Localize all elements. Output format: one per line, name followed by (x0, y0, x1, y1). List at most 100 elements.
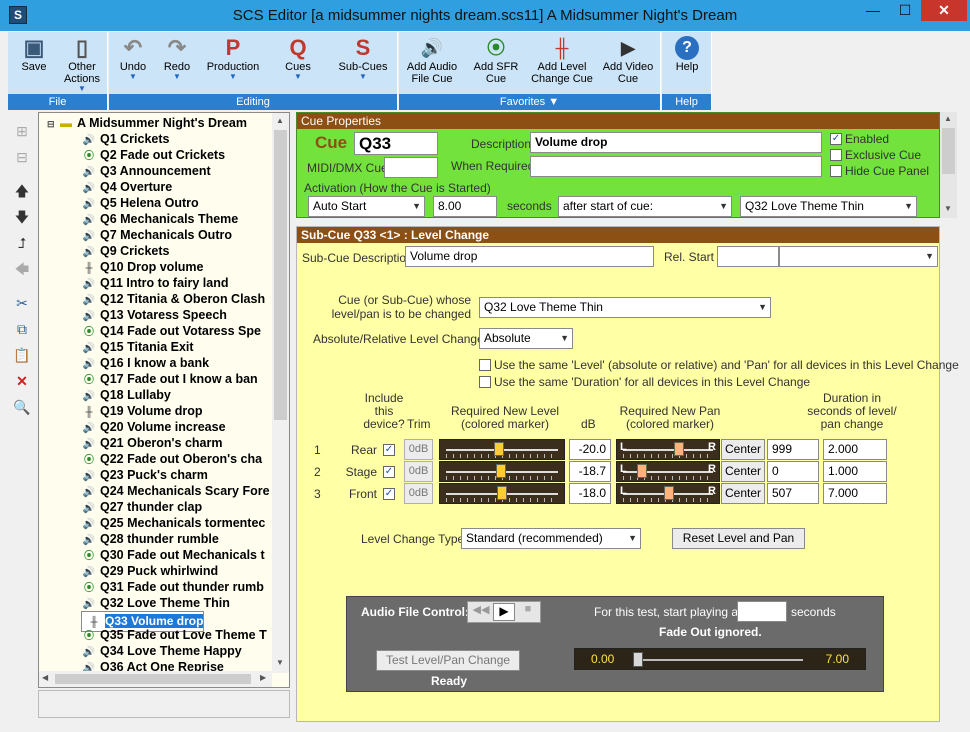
duration-input[interactable]: 2.000 (823, 439, 887, 460)
pan-slider[interactable]: LR (616, 439, 720, 460)
subcues-button[interactable]: S Sub-Cues ▼ (331, 34, 395, 92)
level-thumb[interactable] (496, 486, 507, 500)
add-level-change-cue-button[interactable]: ╫ Add Level Change Cue (529, 34, 595, 92)
activation-seconds-input[interactable]: 8.00 (433, 196, 497, 217)
pan-value-input[interactable]: 0 (767, 461, 819, 482)
trim-button[interactable]: 0dB (404, 483, 433, 504)
scroll-down-icon[interactable]: ▼ (944, 204, 952, 213)
tree-vertical-scrollbar[interactable]: ▲ ▼ (272, 113, 289, 673)
tree-item[interactable]: 🔊 Q27 thunder clap (81, 499, 202, 515)
pan-thumb[interactable] (673, 442, 684, 456)
tree-item[interactable]: ╫ Q10 Drop volume (81, 259, 203, 275)
description-input[interactable]: Volume drop (530, 132, 822, 153)
maximize-button[interactable]: ☐ (890, 0, 920, 21)
add-subcue-icon[interactable]: ⊟ (11, 146, 33, 168)
include-device-checkbox[interactable]: ✓ (383, 488, 395, 500)
tree-item[interactable]: 🔊 Q7 Mechanicals Outro (81, 227, 232, 243)
tree-item[interactable]: ⦿ Q31 Fade out thunder rumb (81, 579, 264, 595)
level-slider[interactable] (439, 439, 565, 460)
include-device-checkbox[interactable]: ✓ (383, 466, 395, 478)
scroll-down-icon[interactable]: ▼ (276, 658, 284, 667)
collapse-icon[interactable]: ⊟ (47, 119, 55, 129)
tree-horizontal-scrollbar[interactable]: ◀ ▶ (39, 671, 272, 687)
tree-item[interactable]: ⦿ Q35 Fade out Love Theme T (81, 627, 267, 643)
other-actions-button[interactable]: ▯ Other Actions ▼ (58, 34, 106, 93)
level-slider[interactable] (439, 461, 565, 482)
hscroll-thumb[interactable] (55, 674, 251, 684)
tree-item[interactable]: 🔊 Q18 Lullaby (81, 387, 171, 403)
level-thumb[interactable] (495, 464, 506, 478)
tree-item[interactable]: ╫ Q19 Volume drop (81, 403, 202, 419)
tree-item[interactable]: 🔊 Q24 Mechanicals Scary Fore (81, 483, 270, 499)
move-out-icon[interactable]: ⮥ (11, 232, 33, 254)
pan-slider[interactable]: LR (616, 483, 720, 504)
stop-icon[interactable]: ■ (517, 603, 539, 621)
undo-button[interactable]: ↶ Undo ▼ (113, 34, 153, 92)
tree-item[interactable]: 🔊 Q23 Puck's charm (81, 467, 208, 483)
tree-item[interactable]: 🔊 Q5 Helena Outro (81, 195, 199, 211)
rewind-icon[interactable]: ◀◀ (470, 603, 492, 621)
test-start-input[interactable] (737, 601, 787, 622)
tree-item[interactable]: 🔊 Q25 Mechanicals tormentec (81, 515, 266, 531)
tree-item[interactable]: 🔊 Q9 Crickets (81, 243, 170, 259)
tree-item[interactable]: 🔊 Q3 Announcement (81, 163, 211, 179)
rel-start-input[interactable] (717, 246, 779, 267)
tree-item[interactable]: 🔊 Q20 Volume increase (81, 419, 226, 435)
tree-item[interactable]: 🔊 Q6 Mechanicals Theme (81, 211, 239, 227)
add-video-cue-button[interactable]: ▶ Add Video Cue (597, 34, 659, 92)
add-sfr-cue-button[interactable]: ⦿ Add SFR Cue (465, 34, 527, 92)
duration-input[interactable]: 1.000 (823, 461, 887, 482)
tree-item[interactable]: 🔊 Q32 Love Theme Thin (81, 595, 230, 611)
scroll-left-icon[interactable]: ◀ (42, 673, 48, 682)
position-slider[interactable]: 0.00 7.00 (574, 648, 866, 670)
tree-item[interactable]: 🔊 Q16 I know a bank (81, 355, 209, 371)
include-device-checkbox[interactable]: ✓ (383, 444, 395, 456)
delete-icon[interactable]: ✕ (11, 370, 33, 392)
pan-value-input[interactable]: 999 (767, 439, 819, 460)
save-button[interactable]: ▣ Save (10, 34, 58, 92)
pan-value-input[interactable]: 507 (767, 483, 819, 504)
tree-item[interactable]: 🔊 Q21 Oberon's charm (81, 435, 223, 451)
help-button[interactable]: ? Help (665, 34, 709, 92)
tree-item[interactable]: 🔊 Q29 Puck whirlwind (81, 563, 218, 579)
same-level-checkbox[interactable] (479, 359, 491, 371)
abs-rel-select[interactable]: Absolute ▼ (479, 328, 573, 349)
tree-item[interactable]: 🔊 Q12 Titania & Oberon Clash (81, 291, 265, 307)
find-icon[interactable]: 🔍 (11, 396, 33, 418)
hide-cue-panel-checkbox[interactable] (830, 165, 842, 177)
pan-slider[interactable]: LR (616, 461, 720, 482)
activation-relative-select[interactable]: after start of cue: ▼ (558, 196, 732, 217)
rel-start-select[interactable]: ▼ (779, 246, 938, 267)
db-input[interactable]: -18.0 (569, 483, 611, 504)
tree-item[interactable]: ⦿ Q17 Fade out I know a ban (81, 371, 258, 387)
add-audio-file-cue-button[interactable]: 🔊 Add Audio File Cue (401, 34, 463, 92)
tree-item[interactable]: 🔊 Q28 thunder rumble (81, 531, 219, 547)
same-duration-checkbox[interactable] (479, 376, 491, 388)
move-up-icon[interactable]: 🡅 (11, 180, 33, 202)
tree-item[interactable]: ⦿ Q14 Fade out Votaress Spe (81, 323, 261, 339)
group-label-favorites[interactable]: Favorites ▼ (399, 94, 660, 110)
level-slider[interactable] (439, 483, 565, 504)
center-pan-button[interactable]: Center (721, 483, 765, 504)
position-thumb[interactable] (633, 652, 643, 667)
tree-item[interactable]: 🔊 Q15 Titania Exit (81, 339, 194, 355)
tree-item[interactable]: ⦿ Q2 Fade out Crickets (81, 147, 225, 163)
redo-button[interactable]: ↷ Redo ▼ (157, 34, 197, 92)
cue-properties-scrollbar[interactable]: ▲ ▼ (940, 112, 957, 218)
minimize-button[interactable]: — (858, 0, 888, 21)
pan-thumb[interactable] (637, 464, 648, 478)
move-down-icon[interactable]: 🡇 (11, 206, 33, 228)
subcue-description-input[interactable]: Volume drop (405, 246, 654, 267)
midi-dmx-input[interactable] (384, 157, 438, 178)
reset-level-pan-button[interactable]: Reset Level and Pan (672, 528, 805, 549)
scroll-thumb[interactable] (274, 130, 287, 420)
center-pan-button[interactable]: Center (721, 439, 765, 460)
level-change-type-select[interactable]: Standard (recommended) ▼ (461, 528, 641, 549)
target-cue-select[interactable]: Q32 Love Theme Thin ▼ (479, 297, 771, 318)
activation-cue-select[interactable]: Q32 Love Theme Thin ▼ (740, 196, 917, 217)
scroll-up-icon[interactable]: ▲ (944, 114, 952, 123)
play-icon[interactable]: ▶ (493, 603, 515, 621)
center-pan-button[interactable]: Center (721, 461, 765, 482)
cue-number-input[interactable]: Q33 (354, 132, 438, 155)
scroll-right-icon[interactable]: ▶ (260, 673, 266, 682)
